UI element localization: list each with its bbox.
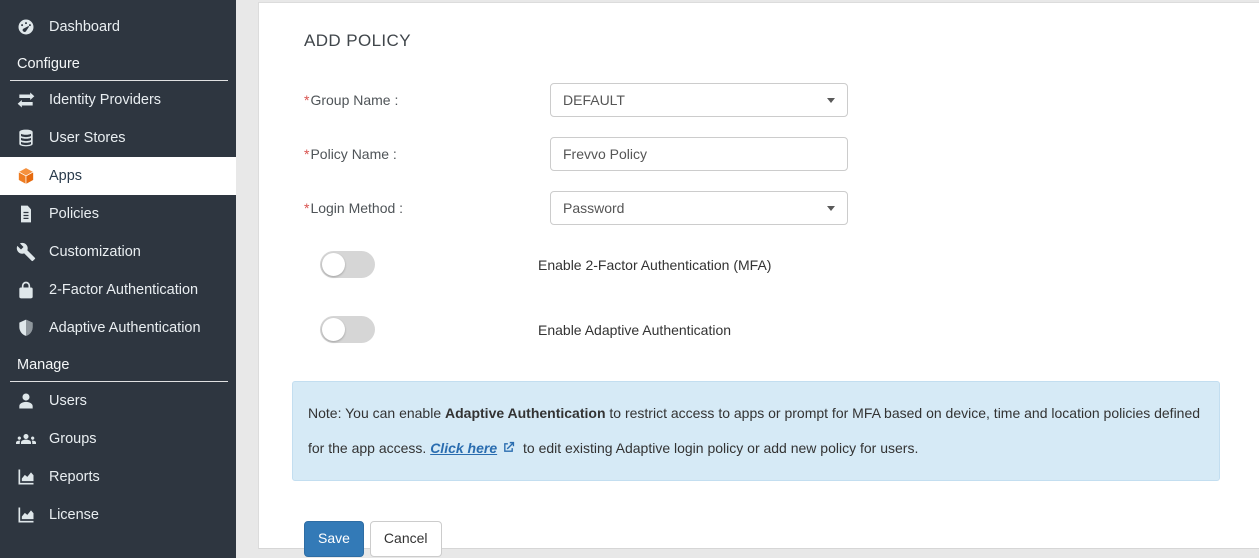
toggle-knob xyxy=(322,318,345,341)
required-marker: * xyxy=(304,92,309,108)
sidebar: Dashboard Configure Identity Providers U… xyxy=(0,0,236,558)
cube-icon xyxy=(16,166,36,186)
adaptive-auth-note: Note: You can enable Adaptive Authentica… xyxy=(292,381,1220,481)
sidebar-item-user-stores[interactable]: User Stores xyxy=(0,119,236,157)
toggle-row-adaptive: Enable Adaptive Authentication xyxy=(304,316,1239,343)
adaptive-auth-toggle[interactable] xyxy=(320,316,375,343)
note-text: to edit existing Adaptive login policy o… xyxy=(519,440,918,456)
group-name-select-value: DEFAULT xyxy=(563,92,625,108)
sidebar-item-license[interactable]: License xyxy=(0,496,236,534)
wrench-icon xyxy=(16,242,36,262)
dashboard-icon xyxy=(16,17,36,37)
chevron-down-icon xyxy=(827,98,835,103)
sidebar-item-2fa[interactable]: 2-Factor Authentication xyxy=(0,271,236,309)
sidebar-item-adaptive-auth[interactable]: Adaptive Authentication xyxy=(0,309,236,347)
form-row-policy-name: *Policy Name : xyxy=(304,137,1239,171)
group-name-label: *Group Name : xyxy=(304,92,550,108)
sidebar-item-customization[interactable]: Customization xyxy=(0,233,236,271)
adaptive-toggle-label: Enable Adaptive Authentication xyxy=(538,322,1239,338)
area-chart-icon xyxy=(16,467,36,487)
sidebar-item-label: Adaptive Authentication xyxy=(49,320,201,336)
required-marker: * xyxy=(304,146,309,162)
toggle-row-mfa: Enable 2-Factor Authentication (MFA) xyxy=(304,251,1239,278)
form-row-login-method: *Login Method : Password xyxy=(304,191,1239,225)
save-button[interactable]: Save xyxy=(304,521,364,557)
sidebar-item-apps[interactable]: Apps xyxy=(0,157,236,195)
sidebar-item-label: Groups xyxy=(49,431,97,447)
sidebar-item-label: User Stores xyxy=(49,130,126,146)
sidebar-item-label: Users xyxy=(49,393,87,409)
sidebar-item-policies[interactable]: Policies xyxy=(0,195,236,233)
page-title: ADD POLICY xyxy=(304,31,1239,51)
required-marker: * xyxy=(304,200,309,216)
sidebar-item-label: Dashboard xyxy=(49,19,120,35)
click-here-link[interactable]: Click here xyxy=(430,440,497,456)
mfa-toggle-label: Enable 2-Factor Authentication (MFA) xyxy=(538,257,1239,273)
user-icon xyxy=(16,391,36,411)
sidebar-section-configure: Configure xyxy=(0,46,236,80)
database-icon xyxy=(16,128,36,148)
form-row-group-name: *Group Name : DEFAULT xyxy=(304,83,1239,117)
sidebar-item-reports[interactable]: Reports xyxy=(0,458,236,496)
shield-icon xyxy=(16,318,36,338)
area-chart-icon xyxy=(16,505,36,525)
document-icon xyxy=(16,204,36,224)
sidebar-item-label: License xyxy=(49,507,99,523)
note-bold-text: Adaptive Authentication xyxy=(445,405,606,421)
cancel-button[interactable]: Cancel xyxy=(370,521,442,557)
sidebar-item-label: Customization xyxy=(49,244,141,260)
policy-name-input[interactable] xyxy=(550,137,848,171)
identity-providers-icon xyxy=(16,90,36,110)
sidebar-item-label: Identity Providers xyxy=(49,92,161,108)
mfa-toggle[interactable] xyxy=(320,251,375,278)
add-policy-panel: ADD POLICY *Group Name : DEFAULT *Policy… xyxy=(258,2,1259,549)
lock-icon xyxy=(16,280,36,300)
content-area: ADD POLICY *Group Name : DEFAULT *Policy… xyxy=(236,0,1259,558)
group-name-select[interactable]: DEFAULT xyxy=(550,83,848,117)
note-text: Note: You can enable xyxy=(308,405,445,421)
sidebar-item-dashboard[interactable]: Dashboard xyxy=(0,8,236,46)
sidebar-item-identity-providers[interactable]: Identity Providers xyxy=(0,81,236,119)
sidebar-item-label: Policies xyxy=(49,206,99,222)
login-method-select-value: Password xyxy=(563,200,624,216)
login-method-select[interactable]: Password xyxy=(550,191,848,225)
sidebar-item-label: 2-Factor Authentication xyxy=(49,282,198,298)
form-actions: Save Cancel xyxy=(304,521,1239,557)
policy-name-label: *Policy Name : xyxy=(304,146,550,162)
toggle-knob xyxy=(322,253,345,276)
sidebar-item-label: Reports xyxy=(49,469,100,485)
sidebar-item-users[interactable]: Users xyxy=(0,382,236,420)
chevron-down-icon xyxy=(827,206,835,211)
sidebar-section-manage: Manage xyxy=(0,347,236,381)
group-icon xyxy=(16,429,36,449)
external-link-icon xyxy=(501,440,516,455)
login-method-label: *Login Method : xyxy=(304,200,550,216)
sidebar-item-groups[interactable]: Groups xyxy=(0,420,236,458)
sidebar-item-label: Apps xyxy=(49,168,82,184)
